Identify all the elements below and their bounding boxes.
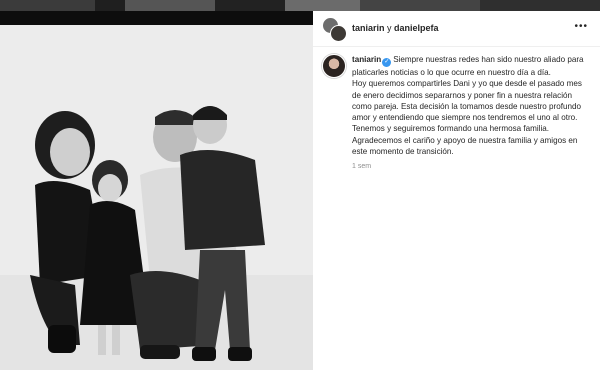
verified-badge-icon: ✓ bbox=[382, 58, 392, 67]
caption-text: taniarin ✓ Siempre nuestras redes han sido… bbox=[352, 54, 592, 157]
caption-paragraph: taniarin ✓ Siempre nuestras redes han sido… bbox=[352, 54, 592, 78]
previous-feed-strip bbox=[0, 0, 600, 11]
post-authors: taniarin y danielpefa bbox=[352, 23, 439, 33]
avatar[interactable] bbox=[322, 54, 346, 78]
media-top-band bbox=[0, 11, 313, 25]
caption-username[interactable]: taniarin bbox=[352, 55, 381, 64]
post-timestamp[interactable]: 1 sem bbox=[352, 163, 371, 170]
author-connector: y bbox=[387, 23, 392, 33]
author-link[interactable]: taniarin bbox=[352, 23, 385, 33]
more-horizontal-icon[interactable]: ••• bbox=[574, 21, 588, 32]
post-photo[interactable] bbox=[0, 25, 313, 370]
post-header: taniarin y danielpefa ••• bbox=[313, 11, 600, 47]
collab-avatars[interactable] bbox=[322, 17, 347, 42]
family-photo-illustration bbox=[0, 25, 313, 370]
caption-line: Agradecemos el cariño y apoyo de nuestra… bbox=[352, 135, 578, 157]
caption-line: Tenemos y seguiremos formando una hermos… bbox=[352, 124, 550, 134]
caption-line: Hoy queremos compartirles Dani y yo que … bbox=[352, 79, 582, 123]
author-link[interactable]: danielpefa bbox=[394, 23, 439, 33]
avatar[interactable] bbox=[330, 25, 347, 42]
post-detail-panel: taniarin y danielpefa ••• taniarin ✓ Siemp… bbox=[313, 11, 600, 370]
